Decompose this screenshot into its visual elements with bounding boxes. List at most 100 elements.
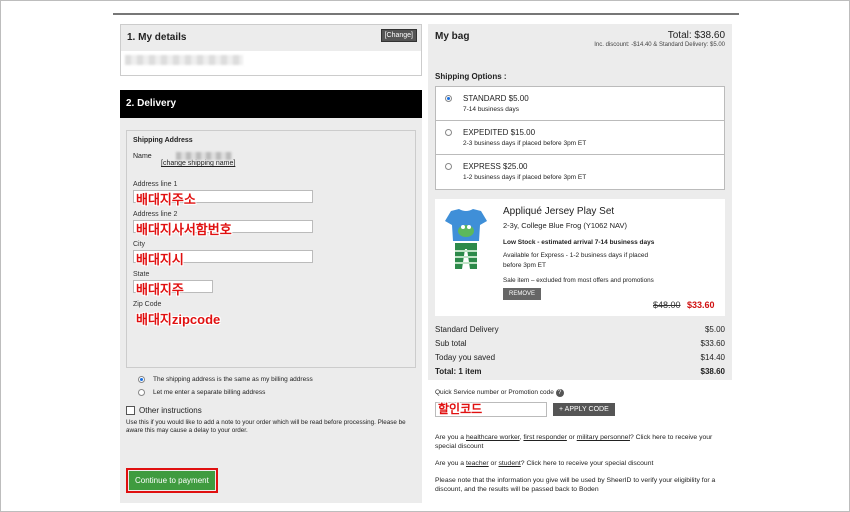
shipping-expedited-radio[interactable] — [445, 129, 452, 136]
continue-to-payment-button[interactable]: Continue to payment — [129, 471, 215, 490]
info2-text-c: ? Click here to receive your special dis… — [520, 460, 654, 467]
summary-delivery-label: Standard Delivery — [435, 324, 499, 334]
remove-product-button[interactable]: REMOVE — [503, 288, 542, 300]
shipping-standard-radio[interactable] — [445, 95, 452, 102]
healthcare-worker-link[interactable]: healthcare worker — [466, 434, 520, 441]
delivery-title: 2. Delivery — [120, 90, 422, 118]
promo-code-label-text: Quick Service number or Promotion code — [435, 389, 554, 396]
product-variant: 2-3y, College Blue Frog (Y1062 NAV) — [503, 221, 627, 230]
shipping-option-standard[interactable]: STANDARD $5.00 7-14 business days — [436, 87, 724, 121]
summary-subtotal-value: $33.60 — [700, 338, 725, 348]
city-input[interactable]: 배대지시 — [133, 250, 313, 267]
state-label: State — [133, 271, 150, 278]
change-shipping-name-link[interactable]: [change shipping name] — [161, 160, 235, 167]
delivery-body: Shipping Address Name [change shipping n… — [120, 118, 422, 503]
billing-same-option[interactable]: The shipping address is the same as my b… — [126, 376, 416, 383]
billing-separate-radio[interactable] — [138, 389, 145, 396]
other-instructions-checkbox[interactable] — [126, 406, 135, 415]
zip-code-field: Zip Code 배대지zipcode — [133, 301, 409, 327]
bag-total-breakdown: Inc. discount: -$14.40 & Standard Delive… — [594, 42, 725, 48]
address-line-2-field: Address line 2 배대지사서함번호 — [133, 211, 409, 237]
summary-row-saved: Today you saved $14.40 — [435, 350, 725, 364]
address-line-1-input[interactable]: 배대지주소 — [133, 190, 313, 207]
billing-same-radio[interactable] — [138, 376, 145, 383]
my-details-title: 1. My details — [121, 25, 421, 51]
shipping-name-row: Name [change shipping name] — [133, 152, 409, 167]
other-instructions-option[interactable]: Other instructions — [126, 406, 416, 415]
shipping-options-list: STANDARD $5.00 7-14 business days EXPEDI… — [435, 86, 725, 190]
address-line-2-input[interactable]: 배대지사서함번호 — [133, 220, 313, 237]
shipping-express-name: EXPRESS $25.00 — [463, 162, 528, 171]
promo-section: Quick Service number or Promotion code ?… — [435, 389, 735, 494]
help-icon[interactable]: ? — [555, 389, 564, 397]
summary-saved-value: $14.40 — [700, 352, 725, 362]
other-instructions-note: Use this if you would like to add a note… — [126, 419, 406, 434]
state-value: 배대지주 — [136, 282, 184, 297]
info1-text-a: Are you a — [435, 434, 466, 441]
first-responder-link[interactable]: first responder — [523, 434, 566, 441]
info2-text-b: or — [488, 460, 499, 467]
summary-row-subtotal: Sub total $33.60 — [435, 336, 725, 350]
summary-row-delivery: Standard Delivery $5.00 — [435, 322, 725, 336]
summary-row-total: Total: 1 item $38.60 — [435, 364, 725, 378]
shipping-address-fieldset: Shipping Address Name [change shipping n… — [126, 130, 416, 368]
checkout-left-column: 1. My details [Change] 2. Delivery Shipp… — [120, 24, 422, 503]
promo-code-row: 할인코드 + APPLY CODE — [435, 402, 735, 417]
apply-code-button[interactable]: + APPLY CODE — [553, 403, 615, 416]
product-thumbnail-image[interactable] — [441, 207, 491, 273]
teacher-link[interactable]: teacher — [466, 460, 489, 467]
address-line-1-label: Address line 1 — [133, 181, 178, 188]
city-field: City 배대지시 — [133, 241, 409, 267]
top-divider — [113, 13, 739, 15]
shipping-option-express[interactable]: EXPRESS $25.00 1-2 business days if plac… — [436, 155, 724, 189]
change-details-button[interactable]: [Change] — [380, 29, 417, 42]
billing-separate-option[interactable]: Let me enter a separate billing address — [126, 389, 416, 396]
shipping-options-title: Shipping Options : — [435, 72, 507, 81]
promo-code-value: 할인코드 — [438, 402, 483, 416]
shipping-express-radio[interactable] — [445, 163, 452, 170]
zip-code-input[interactable]: 배대지zipcode — [133, 310, 313, 327]
sheerid-note: Please note that the information you giv… — [435, 477, 716, 493]
address-line-1-field: Address line 1 배대지주소 — [133, 181, 409, 207]
bag-product-card: Appliqué Jersey Play Set 2-3y, College B… — [435, 199, 725, 316]
zip-code-label: Zip Code — [133, 301, 162, 308]
product-sale-price: $33.60 — [687, 300, 715, 310]
blurred-customer-name — [125, 55, 243, 65]
shipping-express-desc: 1-2 business days if placed before 3pm E… — [463, 174, 587, 181]
shipping-standard-desc: 7-14 business days — [463, 106, 520, 113]
my-bag-panel: My bag Total: $38.60 Inc. discount: -$14… — [428, 24, 732, 380]
address-line-2-value: 배대지사서함번호 — [136, 222, 232, 237]
professional-discount-info: Are you a healthcare worker, first respo… — [435, 433, 735, 451]
student-link[interactable]: student — [498, 460, 520, 467]
city-label: City — [133, 241, 146, 248]
info2-text-a: Are you a — [435, 460, 466, 467]
order-summary: Standard Delivery $5.00 Sub total $33.60… — [435, 322, 725, 378]
address-line-1-value: 배대지주소 — [136, 192, 196, 207]
blurred-shipping-name — [175, 152, 232, 160]
delivery-section: 2. Delivery Shipping Address Name [chang… — [120, 90, 422, 503]
state-input[interactable]: 배대지주 — [133, 280, 213, 297]
billing-same-label: The shipping address is the same as my b… — [153, 376, 313, 383]
shipping-address-legend: Shipping Address — [133, 137, 193, 144]
product-express-availability: Available for Express - 1-2 business day… — [503, 252, 649, 269]
my-details-section: 1. My details [Change] — [120, 24, 422, 76]
summary-total-label: Total: 1 item — [435, 366, 482, 376]
military-personnel-link[interactable]: military personnel — [577, 434, 630, 441]
promo-code-input[interactable]: 할인코드 — [435, 402, 547, 417]
shipping-option-expedited[interactable]: EXPEDITED $15.00 2-3 business days if pl… — [436, 121, 724, 155]
summary-subtotal-label: Sub total — [435, 338, 467, 348]
city-value: 배대지시 — [136, 252, 184, 267]
address-line-2-label: Address line 2 — [133, 211, 178, 218]
other-instructions-label: Other instructions — [139, 406, 202, 415]
summary-total-value: $38.60 — [700, 366, 725, 376]
shipping-standard-name: STANDARD $5.00 — [463, 94, 529, 103]
continue-to-payment-highlight: Continue to payment — [126, 468, 218, 493]
name-label: Name — [133, 152, 152, 160]
product-sale-note: Sale item – excluded from most offers an… — [503, 277, 654, 284]
my-bag-title: My bag — [435, 31, 470, 42]
product-title[interactable]: Appliqué Jersey Play Set — [503, 206, 614, 217]
zip-code-value: 배대지zipcode — [136, 312, 221, 327]
shipping-expedited-desc: 2-3 business days if placed before 3pm E… — [463, 140, 587, 147]
product-old-price: $48.00 — [653, 300, 681, 310]
promo-code-label: Quick Service number or Promotion code ? — [435, 389, 735, 397]
